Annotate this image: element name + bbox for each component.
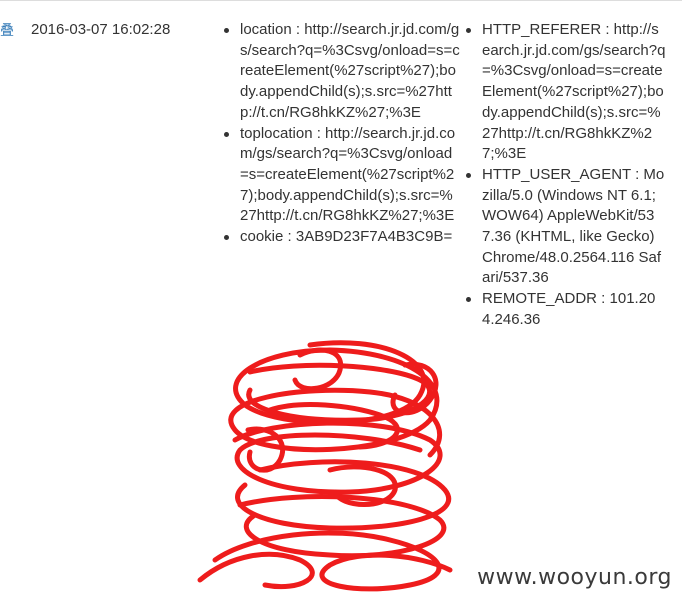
location-text: location : http://search.jr.jd.com/gs/se… bbox=[240, 21, 460, 121]
bullet-icon bbox=[466, 297, 471, 303]
list-item-cookie: cookie : 3AB9D23F7A4B3C9B= bbox=[224, 227, 460, 248]
log-table-row: 叠 2016-03-07 16:02:28 location : http://… bbox=[0, 0, 682, 607]
list-item-location: location : http://search.jr.jd.com/gs/se… bbox=[224, 20, 460, 124]
bullet-icon bbox=[466, 28, 471, 33]
client-info-list: location : http://search.jr.jd.com/gs/se… bbox=[224, 20, 460, 248]
toplocation-text: toplocation : http://search.jr.jd.com/gs… bbox=[240, 124, 456, 225]
bullet-icon bbox=[224, 131, 229, 137]
list-item-toplocation: toplocation : http://search.jr.jd.com/gs… bbox=[224, 124, 460, 228]
list-item-user-agent: HTTP_USER_AGENT : Mozilla/5.0 (Windows N… bbox=[466, 165, 666, 289]
http-referer-text: HTTP_REFERER : http://search.jr.jd.com/g… bbox=[482, 21, 666, 163]
row-datetime: 2016-03-07 16:02:28 bbox=[31, 21, 171, 38]
watermark-text: www.wooyun.org bbox=[475, 565, 674, 590]
cookie-text: cookie : 3AB9D23F7A4B3C9B= bbox=[240, 228, 453, 246]
user-agent-text: HTTP_USER_AGENT : Mozilla/5.0 (Windows N… bbox=[482, 165, 665, 287]
server-info-list: HTTP_REFERER : http://search.jr.jd.com/g… bbox=[466, 20, 666, 331]
list-item-remote-addr: REMOTE_ADDR : 101.204.246.36 bbox=[466, 289, 666, 330]
bullet-icon bbox=[224, 235, 229, 241]
bullet-icon bbox=[224, 28, 229, 33]
bullet-icon bbox=[466, 172, 471, 178]
remote-addr-text: REMOTE_ADDR : 101.204.246.36 bbox=[482, 290, 656, 328]
list-item-http-referer: HTTP_REFERER : http://search.jr.jd.com/g… bbox=[466, 20, 666, 165]
row-action-link[interactable]: 叠 bbox=[0, 20, 14, 40]
